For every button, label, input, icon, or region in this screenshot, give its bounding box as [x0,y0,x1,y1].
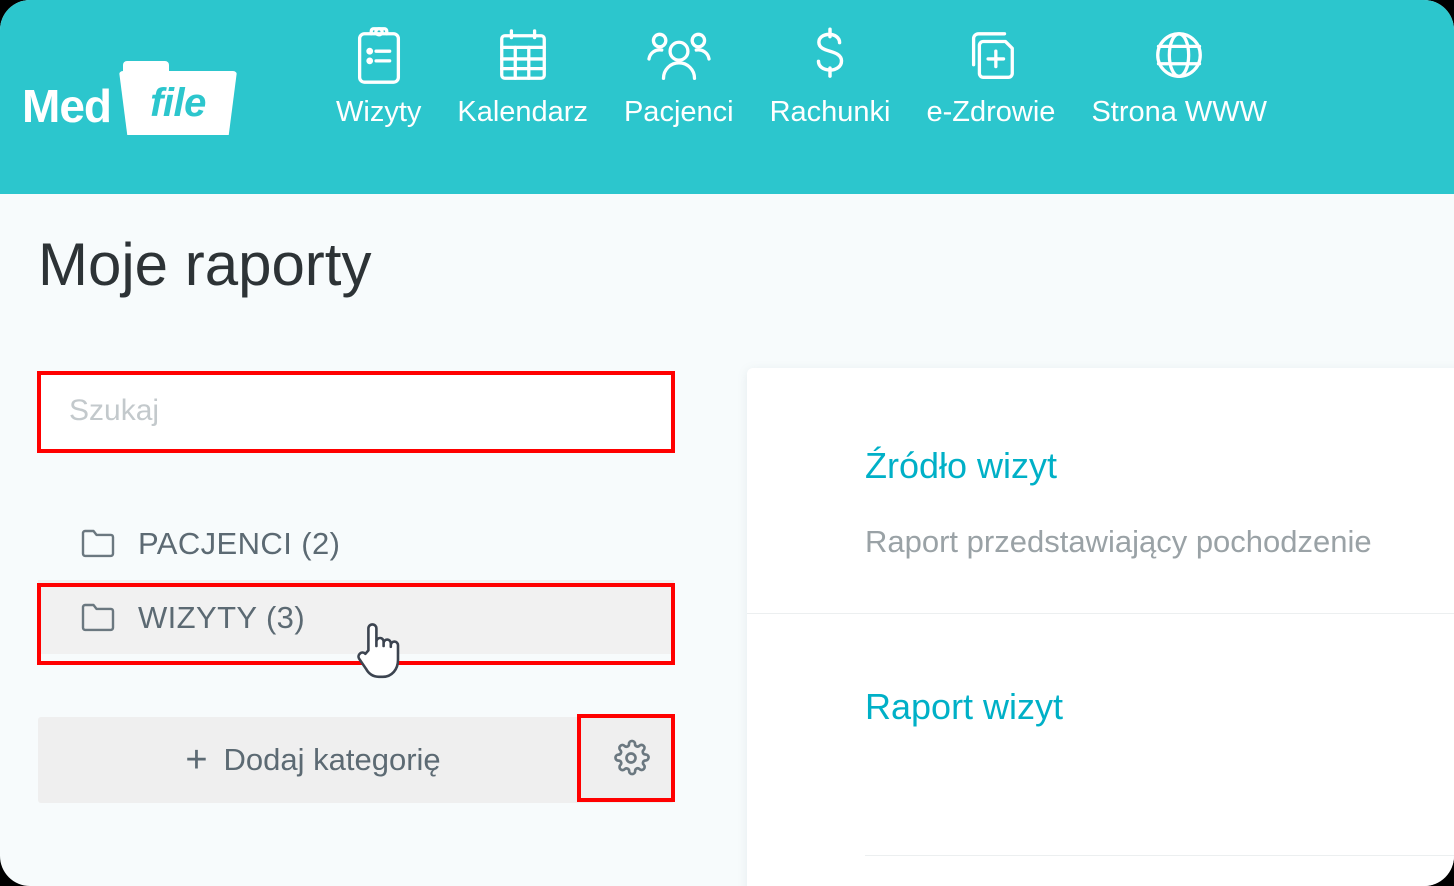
category-label-wizyty: WIZYTY (3) [138,599,306,635]
category-label-pacjenci: PACJENCI (2) [138,525,341,561]
dollar-icon [807,26,853,88]
reports-card: Źródło wizyt Raport przedstawiający poch… [747,368,1454,886]
application-window: Med file Wizyty Kalendarz Pacjenci Rachu… [0,0,1454,886]
report-divider [865,855,1454,856]
nav-label-kalendarz: Kalendarz [457,96,588,128]
page-title: Moje raporty [38,231,372,298]
category-item-wizyty[interactable]: WIZYTY (3) [38,580,674,654]
report-title-raport-wizyt[interactable]: Raport wizyt [865,614,1454,725]
nav-item-ezdrowie[interactable]: e-Zdrowie [909,26,1074,127]
settings-button[interactable] [588,717,674,803]
people-group-icon [646,26,712,88]
logo-folder-shape: file [119,61,237,135]
nav-label-wizyty: Wizyty [336,96,422,128]
report-row[interactable]: Raport wizyt [747,613,1454,857]
nav-item-rachunki[interactable]: Rachunki [752,26,909,127]
report-title-zrodlo-wizyt[interactable]: Źródło wizyt [865,368,1454,484]
nav-label-ezdrowie: e-Zdrowie [926,96,1056,128]
reports-sidebar: PACJENCI (2) WIZYTY (3) + Dodaj kategori… [38,372,674,803]
globe-icon [1150,26,1208,88]
search-input[interactable] [39,373,673,449]
gear-icon [611,738,651,783]
category-list: PACJENCI (2) WIZYTY (3) [38,506,674,654]
category-item-pacjenci[interactable]: PACJENCI (2) [38,506,674,580]
top-navigation-bar: Med file Wizyty Kalendarz Pacjenci Rachu… [0,0,1454,194]
nav-item-strona-www[interactable]: Strona WWW [1073,26,1285,127]
medfile-logo[interactable]: Med file [22,55,237,135]
nav-item-pacjenci[interactable]: Pacjenci [606,26,752,127]
clipboard-icon [351,26,407,88]
nav-label-strona-www: Strona WWW [1091,96,1268,128]
plus-icon: + [185,739,208,781]
nav-item-kalendarz[interactable]: Kalendarz [439,26,606,127]
document-plus-icon [962,26,1020,88]
folder-icon [80,602,116,632]
logo-text-file: file [150,80,206,125]
logo-text-med: Med [22,80,112,132]
add-category-row: + Dodaj kategorię [38,717,674,803]
calendar-icon [494,26,552,88]
add-category-label: Dodaj kategorię [223,742,441,777]
folder-icon [80,528,116,558]
add-category-button[interactable]: + Dodaj kategorię [38,717,588,803]
nav-label-pacjenci: Pacjenci [623,96,734,128]
search-field-wrapper[interactable] [38,372,674,450]
navigation-items: Wizyty Kalendarz Pacjenci Rachunki e-Zdr… [318,26,1285,127]
nav-label-rachunki: Rachunki [769,96,891,128]
nav-item-wizyty[interactable]: Wizyty [318,26,439,127]
report-description-zrodlo-wizyt: Raport przedstawiający pochodzenie [865,524,1372,559]
report-row[interactable]: Źródło wizyt Raport przedstawiający poch… [747,368,1454,613]
